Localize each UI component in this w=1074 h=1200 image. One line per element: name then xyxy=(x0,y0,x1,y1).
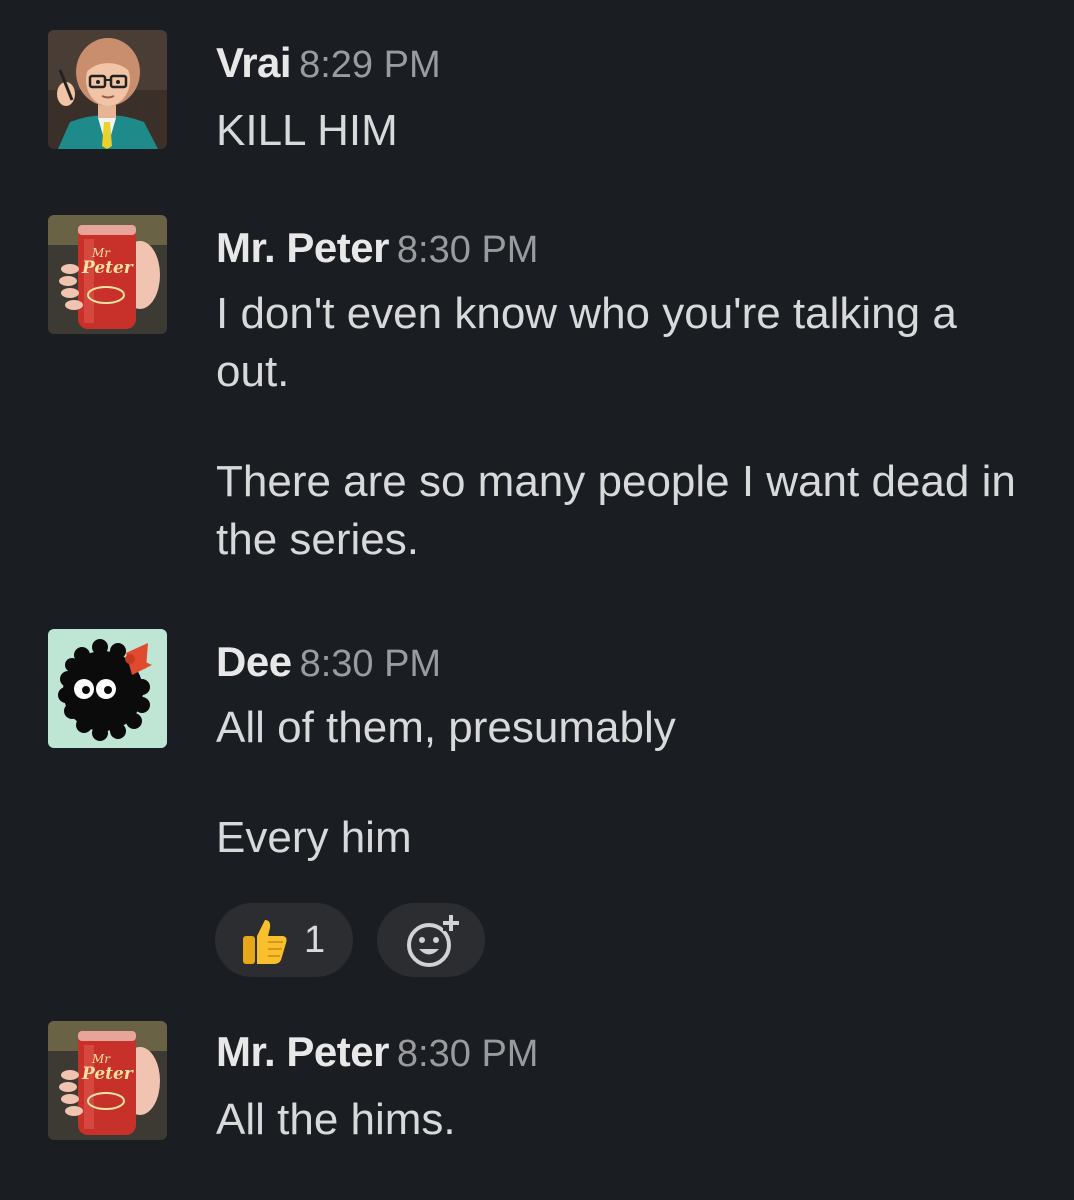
reaction-count: 1 xyxy=(304,919,326,961)
message-paragraph: There are so many people I want dead in … xyxy=(216,457,1016,564)
author-name[interactable]: Mr. Peter xyxy=(216,224,389,271)
message-text: I don't even know who you're talking a o… xyxy=(216,285,1021,569)
timestamp[interactable]: 8:30 PM xyxy=(397,229,539,271)
mr-peter-avatar-image: Mr Peter xyxy=(48,1021,167,1140)
avatar-vrai[interactable] xyxy=(48,30,167,149)
message-text: All the hims. xyxy=(216,1091,1036,1149)
avatar-mr-peter[interactable]: Mr Peter xyxy=(48,1021,167,1140)
thumbs-up-icon xyxy=(243,920,287,964)
can-label-peter: Peter xyxy=(81,258,134,278)
message-header: Mr. Peter 8:30 PM xyxy=(216,223,1036,273)
can-label-peter: Peter xyxy=(81,1064,134,1084)
message-header: Vrai 8:29 PM xyxy=(216,38,1036,88)
message-paragraph: KILL HIM xyxy=(216,106,398,155)
message-content: Dee 8:30 PM All of them, presumably Every… xyxy=(216,637,1036,867)
message-text: All of them, presumably Every him xyxy=(216,699,1036,867)
add-reaction-icon xyxy=(407,913,459,967)
message-content: Mr. Peter 8:30 PM All the hims. xyxy=(216,1027,1036,1149)
message-header: Mr. Peter 8:30 PM xyxy=(216,1027,1036,1077)
message-header: Dee 8:30 PM xyxy=(216,637,1036,687)
reaction-thumbs-up[interactable]: 1 xyxy=(215,903,353,977)
message-paragraph: I don't even know who you're talking a o… xyxy=(216,289,957,396)
dee-avatar-image xyxy=(48,629,167,748)
avatar-dee[interactable] xyxy=(48,629,167,748)
timestamp[interactable]: 8:30 PM xyxy=(300,643,442,685)
vrai-avatar-image xyxy=(48,30,167,149)
message: Dee 8:30 PM All of them, presumably Every… xyxy=(0,629,1074,989)
message: Mr Peter Mr. Peter 8:30 PM I don't even k… xyxy=(0,215,1074,575)
message-paragraph: All the hims. xyxy=(216,1095,456,1144)
author-name[interactable]: Mr. Peter xyxy=(216,1028,389,1075)
message: Vrai 8:29 PM KILL HIM xyxy=(0,30,1074,155)
timestamp[interactable]: 8:30 PM xyxy=(397,1033,539,1075)
avatar-mr-peter[interactable]: Mr Peter xyxy=(48,215,167,334)
message-content: Mr. Peter 8:30 PM I don't even know who y… xyxy=(216,223,1036,569)
message: Mr Peter Mr. Peter 8:30 PM All the hims. xyxy=(0,1021,1074,1144)
message-content: Vrai 8:29 PM KILL HIM xyxy=(216,38,1036,160)
message-text: KILL HIM xyxy=(216,102,1036,160)
timestamp[interactable]: 8:29 PM xyxy=(299,44,441,86)
add-reaction-button[interactable] xyxy=(377,903,485,977)
mr-peter-avatar-image: Mr Peter xyxy=(48,215,167,334)
author-name[interactable]: Dee xyxy=(216,638,292,685)
message-paragraph: All of them, presumably xyxy=(216,703,676,752)
message-paragraph: Every him xyxy=(216,813,412,862)
chat-message-list: Vrai 8:29 PM KILL HIM Mr Peter Mr. Peter… xyxy=(0,0,1074,1200)
author-name[interactable]: Vrai xyxy=(216,39,292,86)
